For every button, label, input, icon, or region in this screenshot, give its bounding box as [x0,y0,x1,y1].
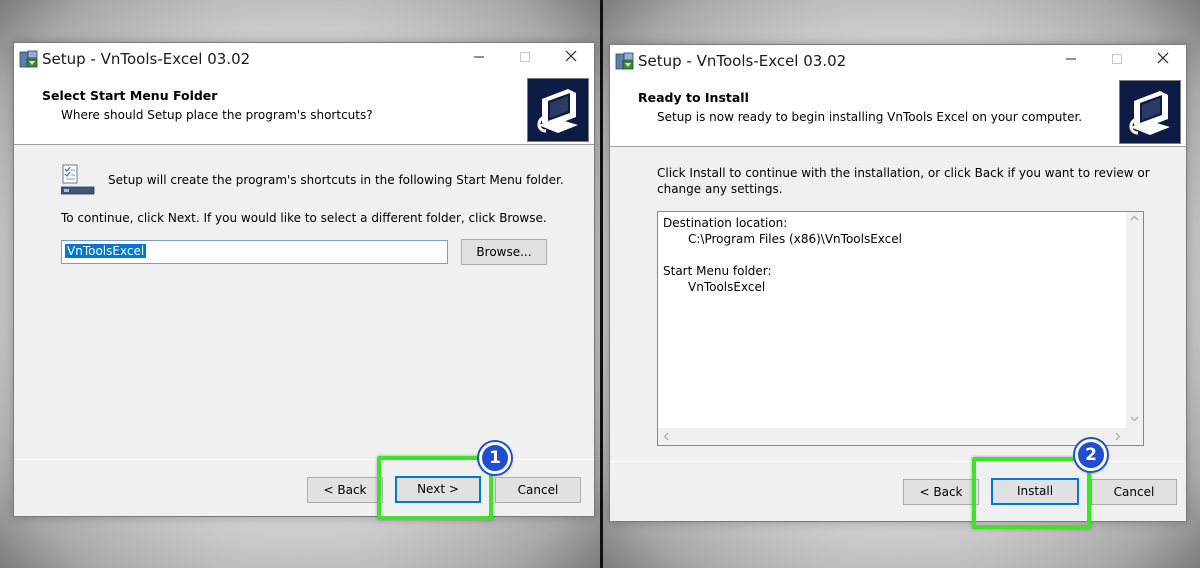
page-subtitle: Setup is now ready to begin installing V… [657,110,1083,124]
start-menu-folder-icon [60,164,95,196]
continue-instruction-text: To continue, click Next. If you would li… [61,211,547,225]
setup-computer-logo [1119,80,1181,144]
scroll-up-icon[interactable] [1130,214,1139,226]
scroll-down-icon[interactable] [1130,414,1139,426]
browse-button[interactable]: Browse... [461,239,547,265]
maximize-icon[interactable] [1094,45,1140,76]
step-badge-2: 2 [1075,439,1107,471]
minimize-icon[interactable] [1048,45,1094,76]
scroll-right-icon[interactable] [1113,432,1122,444]
cancel-button[interactable]: Cancel [495,477,581,503]
destination-value: C:\Program Files (x86)\VnToolsExcel [688,232,902,246]
horizontal-scrollbar[interactable] [658,428,1126,445]
setup-dialog-start-menu: Setup - VnTools-Excel 03.02 Select Start… [13,42,595,517]
shortcut-info-text: Setup will create the program's shortcut… [108,173,564,187]
install-summary-memo[interactable]: Destination location: C:\Program Files (… [657,211,1144,446]
close-icon[interactable] [1140,45,1186,76]
scroll-left-icon[interactable] [662,432,671,444]
install-button-highlight [972,457,1091,529]
window-title: Setup - VnTools-Excel 03.02 [638,52,847,70]
install-instruction-line1: Click Install to continue with the insta… [657,166,1150,180]
window-title: Setup - VnTools-Excel 03.02 [42,50,251,68]
back-button[interactable]: < Back [307,477,383,503]
close-icon[interactable] [548,43,594,74]
step-badge-1: 1 [479,442,511,474]
installer-app-icon [19,49,39,69]
vertical-scrollbar[interactable] [1126,212,1143,428]
title-bar: Setup - VnTools-Excel 03.02 [14,43,594,74]
start-menu-label: Start Menu folder: [663,264,772,278]
folder-input-value: VnToolsExcel [65,244,147,258]
setup-computer-logo [527,78,589,142]
title-bar: Setup - VnTools-Excel 03.02 [610,45,1186,76]
next-button-highlight [377,456,493,520]
start-menu-folder-input[interactable]: VnToolsExcel [61,240,448,264]
cancel-button[interactable]: Cancel [1091,479,1177,505]
wizard-header: Ready to Install Setup is now ready to b… [610,76,1186,147]
screenshot-separator [600,0,603,568]
page-subtitle: Where should Setup place the program's s… [61,108,373,122]
install-instruction-line2: change any settings. [657,182,783,196]
scrollbar-corner [1126,428,1143,445]
page-title: Ready to Install [638,90,749,105]
minimize-icon[interactable] [456,43,502,74]
start-menu-value: VnToolsExcel [688,280,766,294]
destination-label: Destination location: [663,216,788,230]
wizard-header: Select Start Menu Folder Where should Se… [14,74,594,145]
maximize-icon[interactable] [502,43,548,74]
installer-app-icon [615,51,635,71]
back-button[interactable]: < Back [903,479,979,505]
memo-content: Destination location: C:\Program Files (… [663,215,902,295]
page-title: Select Start Menu Folder [42,88,218,103]
